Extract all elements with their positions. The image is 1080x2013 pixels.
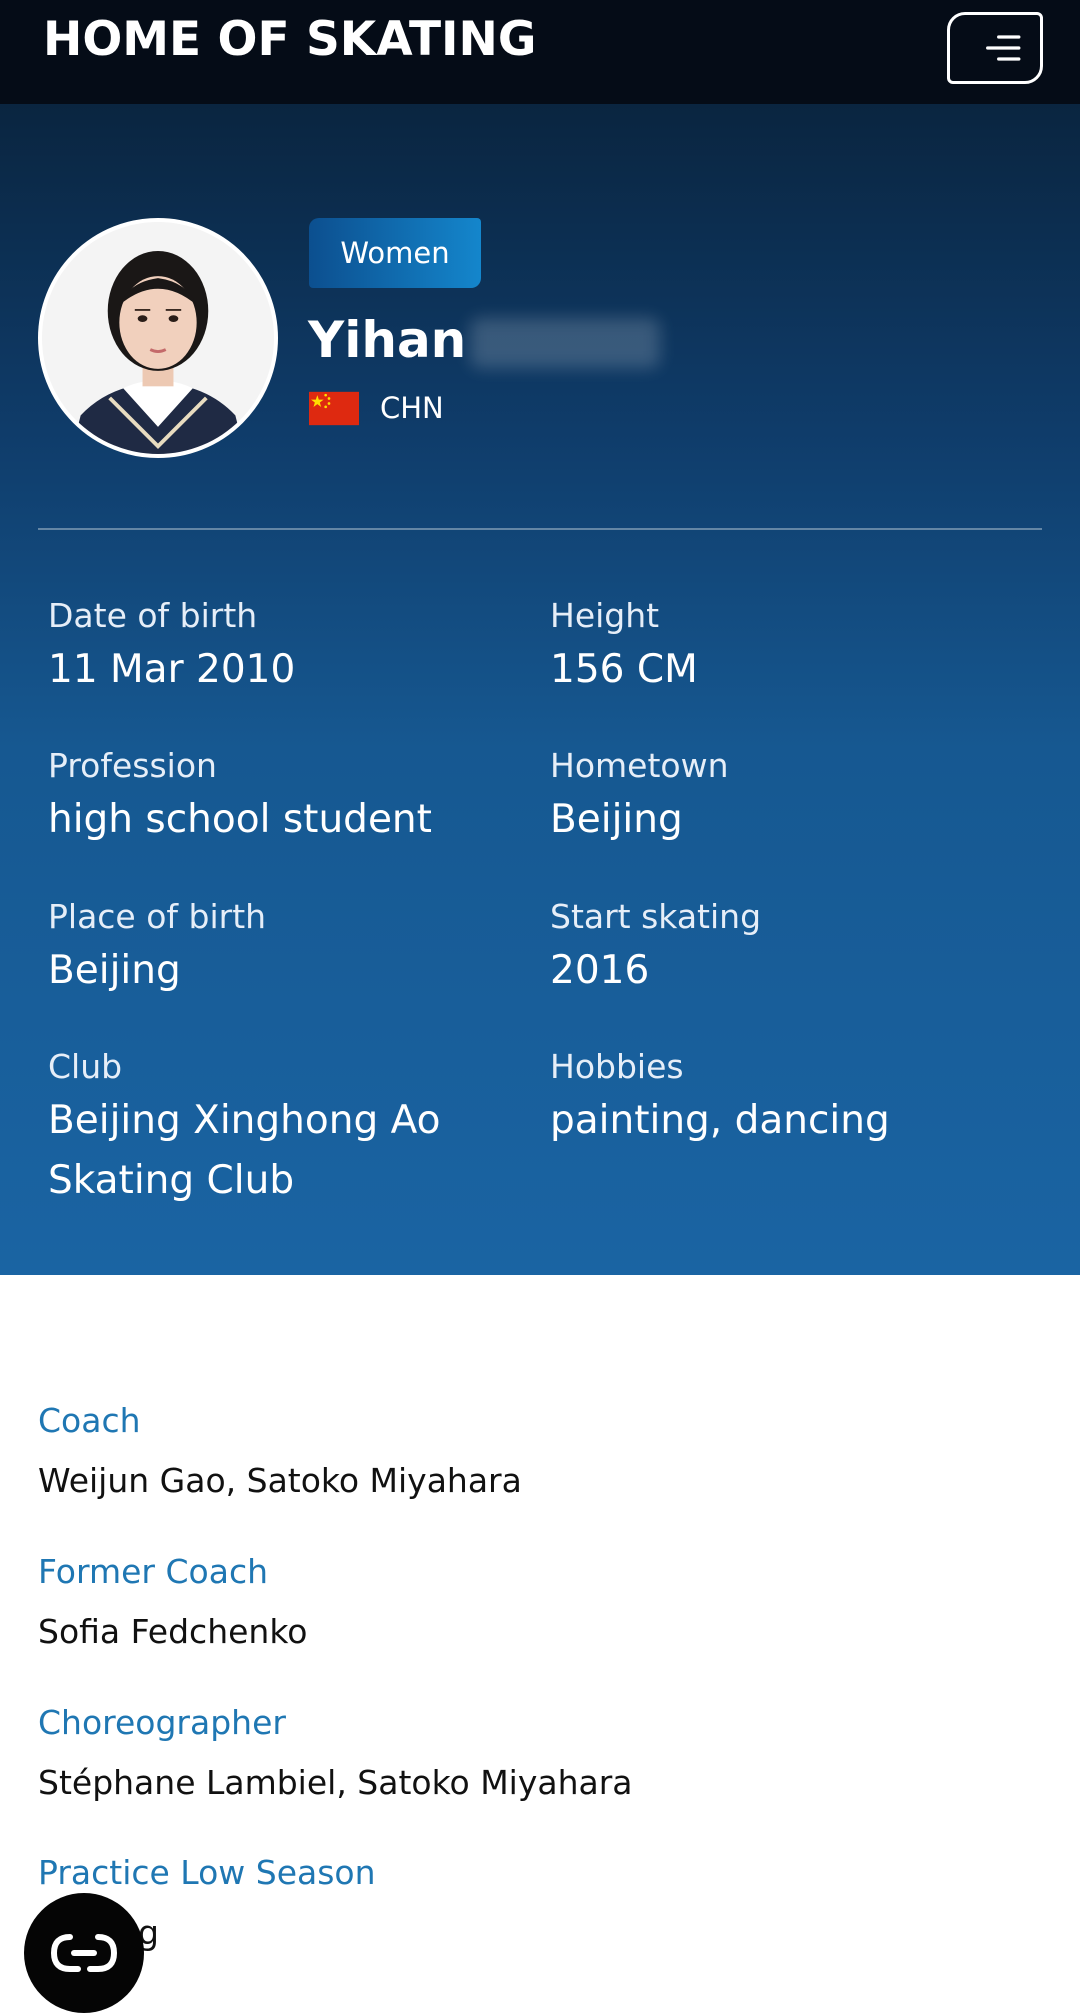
chat-bubble-icon [50,1934,118,1972]
detail-value: 11 Mar 2010 [48,647,296,692]
menu-button[interactable] [947,12,1043,84]
detail-club: Club Beijing Xinghong Ao Skating Club [48,1045,508,1211]
staff-value: g [138,1913,159,1952]
detail-date-of-birth: Date of birth 11 Mar 2010 [48,594,528,700]
athlete-photo [38,218,278,458]
staff-label: Practice Low Season [38,1853,376,1892]
athlete-name: Yihan [308,311,467,369]
detail-label: Place of birth [48,897,267,936]
athlete-profile-panel: Women Yihan CHN Date of birth 11 Mar 201… [0,104,1080,1275]
detail-height: Height 156 CM [550,594,1030,700]
detail-hobbies: Hobbies painting, dancing [550,1045,1030,1151]
nation-code: CHN [380,391,444,425]
detail-label: Club [48,1047,123,1086]
staff-label: Coach [38,1401,141,1440]
detail-hometown: Hometown Beijing [550,744,1030,850]
detail-label: Profession [48,746,217,785]
top-bar: HOME OF SKATING [0,0,1080,104]
detail-profession: Profession high school student [48,744,528,850]
staff-value: Weijun Gao, Satoko Miyahara [38,1461,522,1500]
brand-logo-text[interactable]: HOME OF SKATING [43,10,536,70]
category-badge: Women [309,218,481,288]
staff-coach: Coach Weijun Gao, Satoko Miyahara [38,1399,1038,1503]
detail-label: Hometown [550,746,729,785]
chat-button[interactable] [24,1893,144,2013]
staff-value: Stéphane Lambiel, Satoko Miyahara [38,1763,633,1802]
detail-value: Beijing Xinghong Ao Skating Club [48,1098,441,1203]
detail-value: 156 CM [550,647,698,692]
detail-value: 2016 [550,948,650,993]
detail-value: painting, dancing [550,1098,890,1143]
detail-value: high school student [48,797,432,842]
profile-divider [38,528,1042,530]
detail-label: Hobbies [550,1047,684,1086]
athlete-portrait-image [42,222,274,454]
china-flag-icon [309,391,359,426]
detail-start-skating: Start skating 2016 [550,895,1030,1001]
detail-place-of-birth: Place of birth Beijing [48,895,528,1001]
staff-choreographer: Choreographer Stéphane Lambiel, Satoko M… [38,1701,1038,1805]
detail-label: Height [550,596,660,635]
staff-practice-low-season: Practice Low Season g [38,1851,1038,1955]
detail-value: Beijing [48,948,181,993]
staff-label: Former Coach [38,1552,269,1591]
staff-value: Sofia Fedchenko [38,1612,308,1651]
staff-former-coach: Former Coach Sofia Fedchenko [38,1550,1038,1654]
hamburger-menu-icon [986,35,1021,61]
detail-value: Beijing [550,797,683,842]
redacted-surname [470,318,660,368]
detail-label: Start skating [550,897,762,936]
detail-label: Date of birth [48,596,258,635]
staff-label: Choreographer [38,1703,286,1742]
